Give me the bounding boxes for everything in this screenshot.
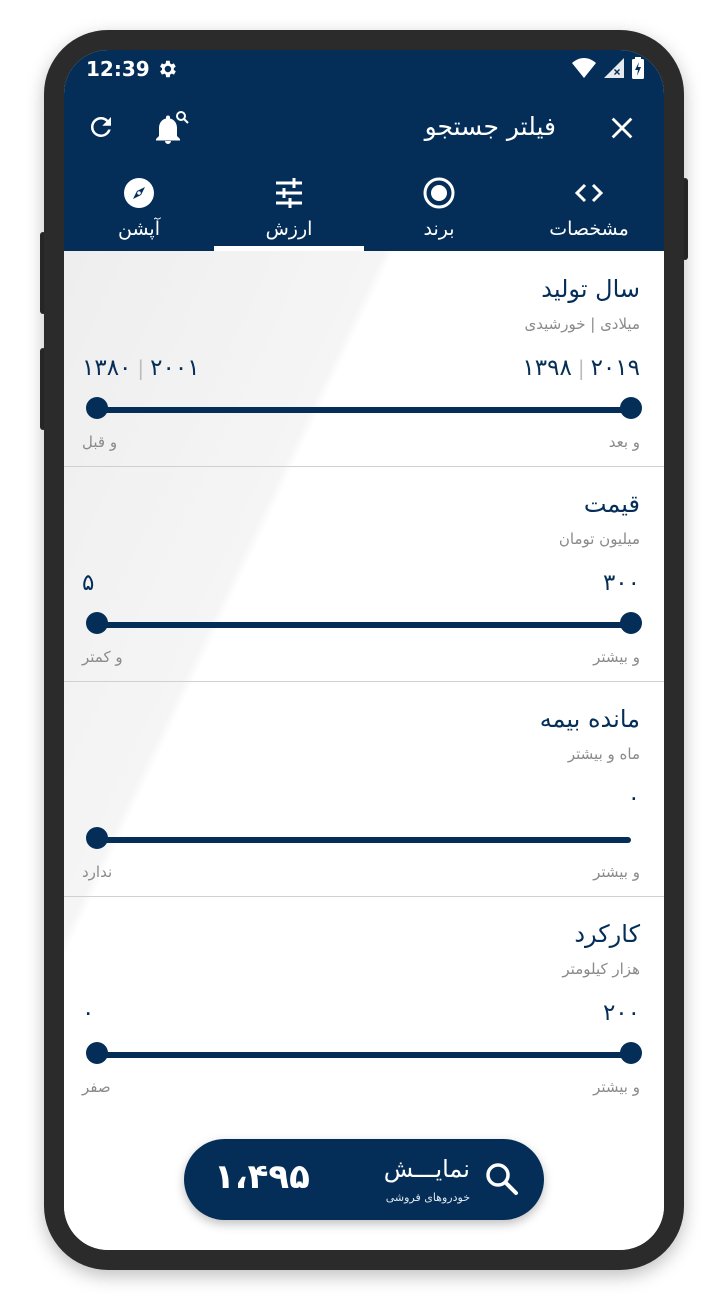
section-subtitle: میلادی | خورشیدی — [524, 315, 641, 333]
search-icon — [486, 1163, 518, 1195]
tab-label: مشخصات — [549, 218, 629, 240]
min-caption: و قبل — [82, 433, 118, 451]
section-title: قیمت — [583, 490, 640, 518]
section-subtitle: میلیون تومان — [558, 530, 640, 548]
insurance-value: ۰ — [627, 785, 640, 811]
settings-gear-icon — [160, 60, 176, 78]
max-caption: و بعد — [608, 433, 640, 451]
section-price: قیمت میلیون تومان ۵ ۳۰۰ و کمتر و بیشتر — [64, 466, 664, 682]
tab-label: آپشن — [118, 218, 160, 240]
price-min-value: ۵ — [82, 570, 95, 596]
status-time: 12:39 — [86, 57, 150, 81]
price-max-value: ۳۰۰ — [602, 570, 640, 596]
filter-content: سال تولید میلادی | خورشیدی ۱۳۸۰ | ۲۰۰۱ ۱۳۹… — [64, 251, 664, 1250]
page-title: فیلتر جستجو — [424, 112, 556, 141]
value-separator: | — [137, 356, 145, 380]
section-insurance-remaining: مانده بیمه ماه و بیشتر ۰ ندارد و بیشتر — [64, 681, 664, 897]
mileage-min-value: ۰ — [82, 1000, 95, 1026]
range-handle-min[interactable] — [86, 612, 108, 634]
app-screen: 12:39 فیلتر جستجو آپشن ارزش برند مشخصات … — [64, 50, 664, 1250]
range-track[interactable] — [97, 1052, 631, 1058]
tab-value[interactable]: ارزش — [214, 168, 364, 251]
range-handle-min[interactable] — [86, 1042, 108, 1064]
tab-label: برند — [423, 218, 455, 240]
section-subtitle: هزار کیلومتر — [562, 960, 640, 978]
max-caption: و بیشتر — [593, 648, 640, 666]
range-track[interactable] — [97, 622, 631, 628]
tab-options[interactable]: آپشن — [64, 168, 214, 251]
range-handle-max[interactable] — [620, 397, 642, 419]
section-production-year: سال تولید میلادی | خورشیدی ۱۳۸۰ | ۲۰۰۱ ۱۳۹… — [64, 251, 664, 467]
year-max-solar: ۱۳۹۸ — [522, 355, 572, 381]
battery-icon — [632, 57, 644, 79]
result-count: ۱،۴۹۵ — [214, 1157, 310, 1197]
min-caption: و کمتر — [82, 648, 123, 666]
radio-target-icon — [423, 177, 455, 209]
section-subtitle: ماه و بیشتر — [567, 745, 640, 763]
range-handle-min[interactable] — [86, 397, 108, 419]
section-title: کارکرد — [574, 920, 640, 948]
max-caption: و بیشتر — [593, 1078, 640, 1096]
range-track[interactable] — [97, 837, 631, 843]
close-icon[interactable] — [608, 114, 636, 142]
section-title: مانده بیمه — [539, 705, 640, 733]
year-max-value: ۱۳۹۸ | ۲۰۱۹ — [522, 355, 640, 381]
range-handle-max[interactable] — [620, 1042, 642, 1064]
tab-brand[interactable]: برند — [364, 168, 514, 251]
year-min-solar: ۱۳۸۰ — [82, 355, 132, 381]
tab-specs[interactable]: مشخصات — [514, 168, 664, 251]
section-title: سال تولید — [541, 275, 640, 303]
show-label: نمایـــش — [383, 1155, 470, 1183]
signal-icon — [604, 58, 624, 78]
min-caption: ندارد — [82, 863, 113, 881]
section-mileage: کارکرد هزار کیلومتر ۰ ۲۰۰ صفر و بیشتر — [64, 896, 664, 1111]
tab-label: ارزش — [265, 218, 313, 240]
show-sublabel: خودروهای فروشی — [385, 1191, 470, 1204]
max-caption: و بیشتر — [593, 863, 640, 881]
year-min-value: ۱۳۸۰ | ۲۰۰۱ — [82, 355, 200, 381]
year-min-gregorian: ۲۰۰۱ — [150, 355, 200, 381]
notification-search-icon[interactable] — [152, 110, 190, 146]
app-header: 12:39 فیلتر جستجو آپشن ارزش برند مشخصات — [64, 50, 664, 251]
status-bar: 12:39 — [64, 50, 664, 86]
status-icons — [572, 57, 644, 79]
show-results-button[interactable]: ۱،۴۹۵ نمایـــش خودروهای فروشی — [184, 1139, 544, 1220]
code-icon — [574, 183, 604, 203]
min-caption: صفر — [82, 1078, 111, 1096]
compass-icon — [124, 178, 154, 208]
wifi-icon — [572, 58, 596, 78]
filter-tabs: آپشن ارزش برند مشخصات — [64, 168, 664, 251]
refresh-icon[interactable] — [86, 112, 116, 142]
sliders-icon — [276, 178, 302, 208]
range-handle-max[interactable] — [620, 612, 642, 634]
value-separator: | — [577, 356, 585, 380]
year-max-gregorian: ۲۰۱۹ — [590, 355, 640, 381]
range-track[interactable] — [97, 407, 631, 413]
range-handle[interactable] — [86, 827, 108, 849]
mileage-max-value: ۲۰۰ — [602, 1000, 640, 1026]
